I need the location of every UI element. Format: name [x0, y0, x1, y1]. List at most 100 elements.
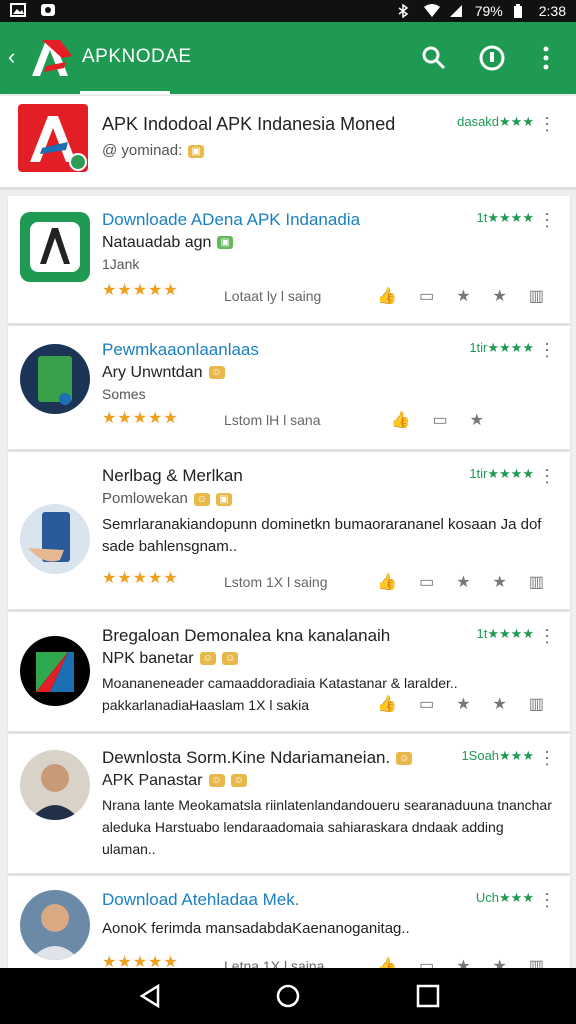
image-notification-icon — [10, 3, 26, 17]
app-bar: ‹ APKNODAE — [0, 22, 576, 94]
more-options-icon[interactable]: ⋮ — [538, 748, 556, 769]
info-icon[interactable] — [474, 40, 510, 76]
list-item[interactable]: Bregaloan Demonalea kna kanalanaih NPK b… — [8, 612, 570, 732]
list-item[interactable]: Downloade ADena APK Indanadia Natauadab … — [8, 196, 570, 324]
app-icon — [20, 504, 90, 574]
back-icon[interactable]: ‹ — [8, 44, 15, 70]
app-icon — [20, 212, 90, 282]
more-options-icon[interactable]: ⋮ — [538, 626, 556, 647]
app-logo — [26, 36, 74, 80]
badge-icon: ☺ — [199, 652, 216, 666]
bluetooth-icon — [397, 3, 413, 19]
star-rating: ★★★★★ — [102, 410, 179, 427]
list-item[interactable]: Download Atehladaa Mek. AonoK ferimda ma… — [8, 876, 570, 980]
like-icon[interactable]: 👍 — [391, 410, 411, 430]
badge-icon: ▣ — [217, 236, 233, 250]
action-row: 👍 ▭ ★ ★ ▥ — [377, 572, 544, 592]
badge-icon: ▣ — [188, 144, 204, 158]
more-options-icon[interactable]: ⋮ — [538, 890, 556, 911]
bars-icon[interactable]: ▥ — [529, 572, 544, 592]
star-icon[interactable]: ★ — [456, 572, 470, 592]
signal-icon — [449, 4, 465, 18]
badge-icon: ☺ — [221, 652, 239, 666]
nav-home-icon[interactable] — [274, 982, 302, 1010]
featured-app-icon — [18, 104, 88, 172]
like-icon[interactable]: 👍 — [377, 572, 397, 592]
app-rating: 1Soah★★★ — [461, 748, 534, 763]
star-icon[interactable]: ★ — [493, 694, 507, 714]
overflow-icon[interactable] — [528, 40, 564, 76]
more-options-icon[interactable]: ⋮ — [538, 466, 556, 487]
badge-icon: ☺ — [208, 366, 225, 380]
clock: 2:38 — [538, 3, 566, 19]
app-description: Nrana lante Meokamatsla riinlatenlandand… — [102, 797, 552, 857]
tab-indicator — [80, 91, 170, 94]
sync-notification-icon — [40, 3, 56, 17]
bars-icon[interactable]: ▥ — [529, 286, 544, 306]
featured-app-name: APK Indodoal APK Indanesia Moned — [102, 114, 396, 134]
status-bar: 79% 2:38 — [0, 0, 576, 22]
featured-app[interactable]: APK Indodoal APK Indanesia Moned @ yomin… — [0, 96, 576, 188]
featured-app-subtitle: @ yominad: ▣ — [102, 142, 204, 159]
like-icon[interactable]: 👍 — [377, 286, 397, 306]
app-rating: Uch★★★ — [475, 890, 534, 905]
comment-icon[interactable]: ▭ — [419, 694, 434, 714]
app-icon — [20, 750, 90, 820]
more-options-icon[interactable]: ⋮ — [538, 340, 556, 361]
wifi-icon — [423, 4, 440, 18]
star-icon[interactable]: ★ — [493, 286, 507, 306]
app-subtitle: APK Panastar ☺ ☺ — [102, 772, 247, 790]
download-info: Lstom lH l sana — [224, 412, 321, 428]
comment-icon[interactable]: ▭ — [433, 410, 448, 430]
app-meta: Somes — [102, 386, 146, 402]
more-options-icon[interactable]: ⋮ — [538, 210, 556, 231]
star-icon[interactable]: ★ — [470, 410, 484, 430]
battery-level: 79% — [474, 3, 503, 19]
like-icon[interactable]: 👍 — [377, 694, 397, 714]
app-icon — [20, 636, 90, 706]
battery-icon — [513, 4, 529, 18]
download-info: Lstom 1X l saing — [224, 574, 328, 590]
action-row: 👍 ▭ ★ — [391, 410, 484, 430]
search-icon[interactable] — [416, 40, 452, 76]
action-row: 👍 ▭ ★ ★ ▥ — [377, 286, 544, 306]
badge-icon: ☺ — [193, 492, 211, 506]
app-rating: 1tir★★★★ — [469, 466, 534, 481]
star-icon[interactable]: ★ — [456, 694, 470, 714]
nav-recents-icon[interactable] — [414, 982, 442, 1010]
app-rating: 1t★★★★ — [476, 626, 534, 641]
nav-back-icon[interactable] — [136, 982, 164, 1010]
app-subtitle: Natauadab agn ▣ — [102, 234, 233, 252]
app-title: Bregaloan Demonalea kna kanalanaih — [102, 626, 391, 645]
star-rating: ★★★★★ — [102, 570, 179, 587]
system-nav-bar — [0, 968, 576, 1024]
app-rating: 1tir★★★★ — [469, 340, 534, 355]
action-row: 👍 ▭ ★ ★ ▥ — [377, 694, 544, 714]
badge-icon: ☺ — [396, 752, 413, 766]
app-subtitle: AonoK ferimda mansadabdaKaenanoganitag.. — [102, 920, 410, 937]
app-subtitle: Pomlowekan ☺ ▣ — [102, 490, 232, 507]
bars-icon[interactable]: ▥ — [529, 694, 544, 714]
more-options-icon[interactable]: ⋮ — [538, 114, 556, 135]
comment-icon[interactable]: ▭ — [419, 286, 434, 306]
star-rating: ★★★★★ — [102, 282, 179, 299]
featured-app-rating: dasakd★★★ — [457, 114, 534, 129]
app-title: Pewmkaaonlaanlaas — [102, 340, 259, 359]
star-icon[interactable]: ★ — [456, 286, 470, 306]
badge-icon: ▣ — [216, 492, 232, 506]
app-subtitle: Ary Unwntdan ☺ — [102, 364, 225, 382]
app-rating: 1t★★★★ — [476, 210, 534, 225]
app-title: Dewnlosta Sorm.Kine Ndariamaneian. ☺ — [102, 748, 462, 768]
comment-icon[interactable]: ▭ — [419, 572, 434, 592]
list-item[interactable]: Pewmkaaonlaanlaas Ary Unwntdan ☺ Somes 1t… — [8, 326, 570, 450]
list-item[interactable]: Nerlbag & Merlkan Pomlowekan ☺ ▣ Semrlaran… — [8, 452, 570, 610]
app-subtitle: NPK banetar ☺ ☺ — [102, 650, 239, 668]
app-icon — [20, 344, 90, 414]
badge-icon: ☺ — [208, 774, 225, 788]
star-icon[interactable]: ★ — [493, 572, 507, 592]
app-description: Semrlaranakiandopunn dominetkn bumaorara… — [102, 516, 542, 555]
app-meta: 1Jank — [102, 256, 140, 272]
list-item[interactable]: Dewnlosta Sorm.Kine Ndariamaneian. ☺ APK … — [8, 734, 570, 874]
app-list: Downloade ADena APK Indanadia Natauadab … — [8, 196, 570, 982]
download-info: Lotaat ly l saing — [224, 288, 322, 304]
